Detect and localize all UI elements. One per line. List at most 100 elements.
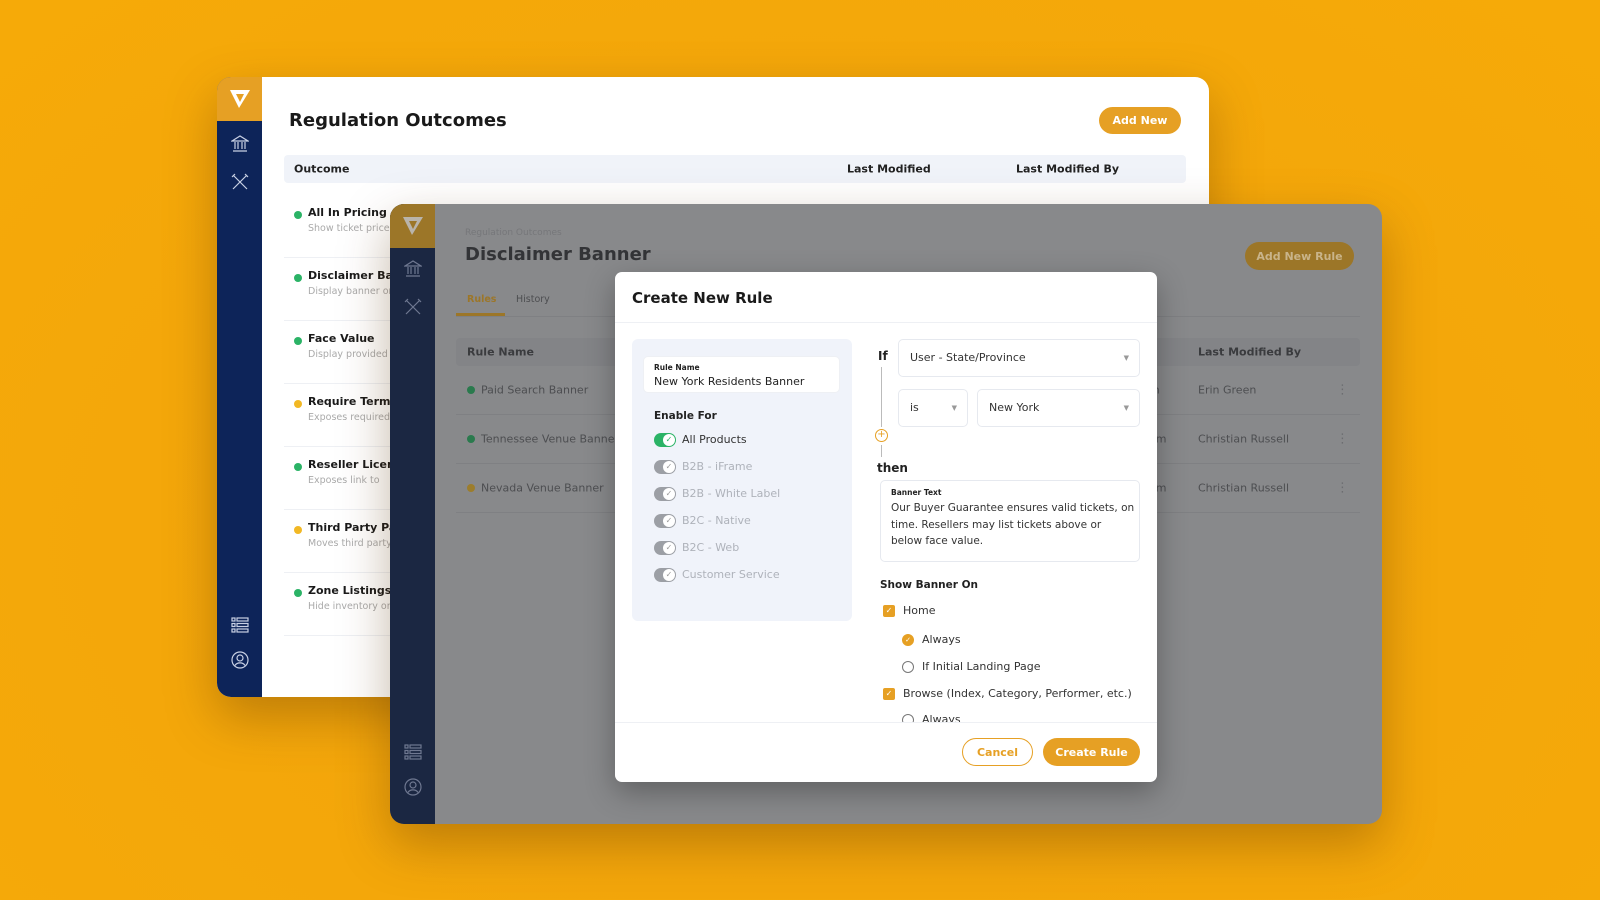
outcome-description: Display provided (308, 349, 388, 360)
rule-name: Tennessee Venue Banner (481, 432, 619, 446)
connector-line (881, 367, 882, 427)
sidebar (217, 77, 262, 697)
home-checkbox[interactable]: ✓ (883, 605, 895, 617)
settings-panel: Rule Name New York Residents Banner Enab… (632, 339, 852, 621)
outcome-name: Third Party Pay (308, 521, 404, 534)
browse-checkbox[interactable]: ✓ (883, 688, 895, 700)
toggle-switch[interactable] (654, 541, 676, 555)
modal-title: Create New Rule (632, 289, 773, 307)
toggle-switch[interactable] (654, 568, 676, 582)
outcome-description: Exposes link to (308, 475, 380, 486)
operator-select[interactable]: is ▼ (898, 389, 968, 427)
user-icon[interactable] (390, 778, 435, 796)
operator-value: is (910, 401, 919, 414)
condition-value-select[interactable]: New York ▼ (977, 389, 1140, 427)
tools-icon[interactable] (217, 173, 262, 191)
rule-modified-by: Christian Russell (1198, 432, 1290, 446)
toggle-switch[interactable] (654, 514, 676, 528)
status-dot (294, 463, 302, 471)
status-dot (467, 484, 475, 492)
rule-name-value[interactable]: New York Residents Banner (654, 375, 804, 388)
toggle-label: B2B - White Label (682, 487, 781, 500)
outcome-name: Zone Listings (308, 584, 392, 597)
outcome-name: All In Pricing (308, 206, 387, 219)
bank-icon[interactable] (390, 260, 435, 278)
add-condition-icon[interactable]: + (875, 429, 888, 442)
status-dot (467, 435, 475, 443)
outcome-name: Reseller Licens (308, 458, 402, 471)
list-icon[interactable] (390, 744, 435, 760)
condition-field-select[interactable]: User - State/Province ▼ (898, 339, 1140, 377)
status-dot (467, 386, 475, 394)
create-rule-modal: Create New Rule Rule Name New York Resid… (615, 272, 1157, 782)
rule-modified-by: Erin Green (1198, 383, 1257, 397)
bank-icon[interactable] (217, 135, 262, 153)
logo[interactable] (217, 77, 262, 121)
condition-value: New York (989, 401, 1040, 414)
outcome-description: Show ticket price (308, 223, 390, 234)
chevron-down-icon: ▼ (1123, 404, 1129, 412)
banner-text-value[interactable]: Our Buyer Guarantee ensures valid ticket… (891, 500, 1135, 550)
if-label: If (878, 349, 888, 363)
status-dot (294, 211, 302, 219)
tools-icon[interactable] (390, 298, 435, 316)
toggle-switch[interactable] (654, 487, 676, 501)
column-rule-name: Rule Name (467, 345, 534, 359)
toggle-switch[interactable] (654, 460, 676, 474)
status-dot (294, 589, 302, 597)
banner-text-field[interactable]: Banner Text Our Buyer Guarantee ensures … (880, 480, 1140, 562)
banner-text-label: Banner Text (891, 488, 942, 497)
toggle-label: B2B - iFrame (682, 460, 753, 473)
home-initial-landing-label: If Initial Landing Page (922, 660, 1041, 673)
browse-always-label: Always (922, 713, 961, 722)
toggle-label: All Products (682, 433, 747, 446)
condition-field-value: User - State/Province (910, 351, 1026, 364)
divider (615, 322, 1157, 323)
tab-rules[interactable]: Rules (467, 294, 496, 305)
add-new-button[interactable]: Add New (1099, 107, 1181, 134)
status-dot (294, 400, 302, 408)
rule-name: Paid Search Banner (481, 383, 589, 397)
status-dot (294, 274, 302, 282)
toggle-switch[interactable] (654, 433, 676, 447)
browse-always-radio[interactable] (902, 714, 914, 722)
rule-name: Nevada Venue Banner (481, 481, 604, 495)
more-options-icon[interactable]: ⋮ (1336, 432, 1349, 447)
outcome-name: Face Value (308, 332, 375, 345)
status-dot (294, 337, 302, 345)
tab-history[interactable]: History (516, 294, 550, 305)
logo-icon (402, 217, 423, 235)
home-initial-landing-radio[interactable] (902, 661, 914, 673)
outcome-description: Moves third party (308, 538, 392, 549)
page-title: Regulation Outcomes (289, 110, 507, 131)
show-banner-on-label: Show Banner On (880, 579, 979, 591)
scroll-clip: Always (615, 708, 1157, 722)
table-header: Outcome Last Modified Last Modified By (284, 155, 1186, 183)
then-label: then (877, 461, 908, 475)
cancel-button[interactable]: Cancel (962, 738, 1033, 766)
list-icon[interactable] (217, 617, 262, 633)
user-icon[interactable] (217, 651, 262, 669)
column-last-modified-by: Last Modified By (1016, 162, 1120, 176)
more-options-icon[interactable]: ⋮ (1336, 383, 1349, 398)
rule-modified-by: Christian Russell (1198, 481, 1290, 495)
breadcrumb[interactable]: Regulation Outcomes (465, 228, 562, 238)
more-options-icon[interactable]: ⋮ (1336, 481, 1349, 496)
page-title: Disclaimer Banner (465, 244, 651, 265)
home-always-radio[interactable]: ✓ (902, 634, 914, 646)
status-dot (294, 526, 302, 534)
rule-name-field[interactable]: Rule Name New York Residents Banner (643, 356, 840, 393)
column-outcome: Outcome (294, 162, 350, 176)
rule-name-label: Rule Name (654, 363, 700, 372)
logo[interactable] (390, 204, 435, 248)
column-last-modified-by: Last Modified By (1198, 345, 1302, 359)
create-rule-button[interactable]: Create Rule (1043, 738, 1140, 766)
outcome-description: Display banner or (308, 286, 393, 297)
footer-divider (615, 722, 1157, 723)
chevron-down-icon: ▼ (951, 404, 957, 412)
home-always-label: Always (922, 633, 961, 646)
add-new-rule-button[interactable]: Add New Rule (1245, 242, 1354, 270)
toggle-label: B2C - Native (682, 514, 751, 527)
sidebar (390, 204, 435, 824)
column-last-modified: Last Modified (847, 162, 931, 176)
